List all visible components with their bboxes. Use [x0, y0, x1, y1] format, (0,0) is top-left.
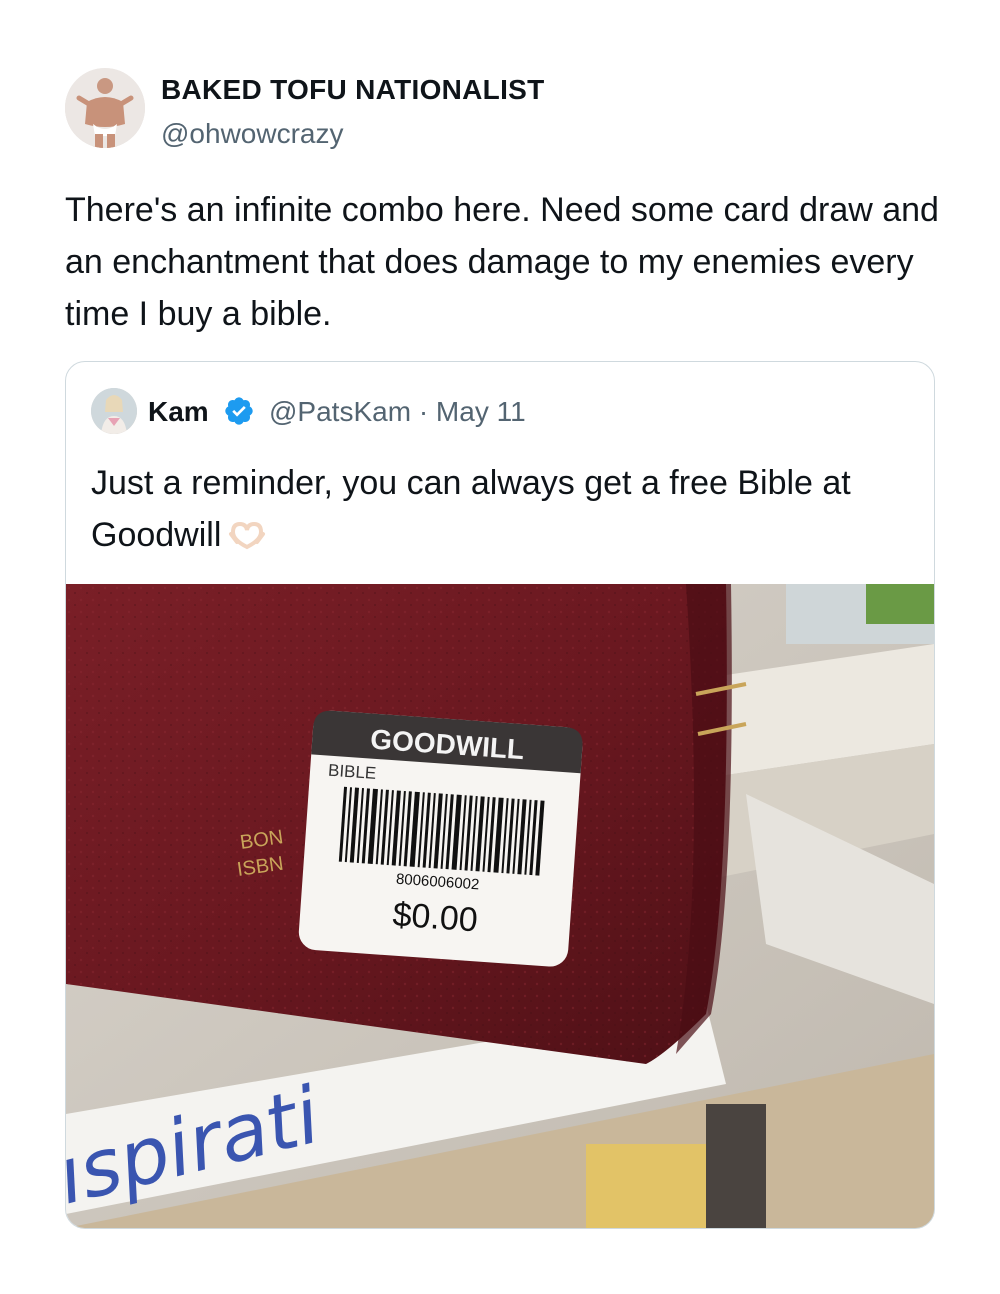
author-display-name[interactable]: BAKED TOFU NATIONALIST — [161, 74, 545, 106]
quoted-profile-photo-icon — [91, 388, 137, 434]
meta-separator: · — [418, 396, 429, 427]
quoted-date[interactable]: May 11 — [436, 396, 526, 427]
quoted-author-handle[interactable]: @PatsKam — [269, 396, 411, 427]
tweet-card: BAKED TOFU NATIONALIST @ohwowcrazy There… — [0, 0, 1000, 1294]
price-text: $0.00 — [391, 896, 479, 940]
quoted-author-name[interactable]: Kam — [148, 396, 209, 428]
quoted-body-text: Just a reminder, you can always get a fr… — [91, 464, 851, 554]
quoted-meta: @PatsKam · May 11 — [269, 396, 526, 428]
quoted-author-avatar[interactable] — [91, 388, 137, 434]
bible-photo-image: BON ISBN GOODWILL BIBLE 8006006002 $0.00… — [66, 584, 934, 1228]
tweet-body-text: There's an infinite combo here. Need som… — [65, 191, 939, 333]
author-handle[interactable]: @ohwowcrazy — [161, 118, 343, 150]
profile-photo-icon — [65, 68, 145, 148]
verified-badge-icon — [225, 397, 253, 425]
heart-hands-icon — [229, 521, 266, 550]
author-avatar[interactable] — [65, 68, 145, 148]
quoted-photo[interactable]: BON ISBN GOODWILL BIBLE 8006006002 $0.00… — [66, 584, 934, 1228]
quoted-body: Just a reminder, you can always get a fr… — [91, 457, 911, 561]
quoted-tweet[interactable]: Kam @PatsKam · May 11 Just a reminder, y… — [65, 361, 935, 1229]
label-item-text: BIBLE — [328, 761, 377, 783]
